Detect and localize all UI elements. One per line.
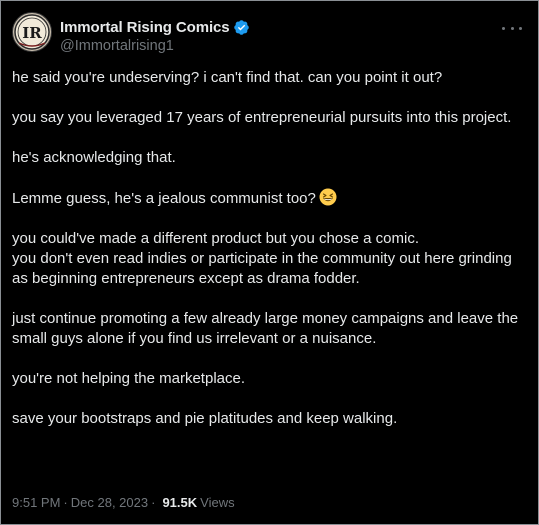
handle[interactable]: @Immortalrising1 [60,38,250,54]
more-horizontal-icon[interactable] [502,23,522,33]
tweet-card[interactable]: IR Immortal Rising Comics @Immortalrisin… [0,0,539,525]
tweet-paragraph: he's acknowledging that. [12,149,176,166]
meta-separator: · [63,495,68,510]
avatar[interactable]: IR [12,12,52,52]
tweet-paragraph: save your bootstraps and pie platitudes … [12,410,398,427]
grinning-squinting-face-icon [319,188,337,206]
author-info: Immortal Rising Comics @Immortalrising1 [60,18,250,54]
name-row: Immortal Rising Comics [60,18,250,36]
avatar-monogram: IR [22,24,42,42]
avatar-logo: IR [14,14,50,50]
tweet-paragraph: you say you leveraged 17 years of entrep… [12,109,512,126]
tweet-paragraph: you're not helping the marketplace. [12,370,246,387]
tweet-paragraph-with-emoji: Lemme guess, he's a jealous communist to… [12,188,524,209]
tweet-meta: 9:51 PM · Dec 28, 2023 · 91.5K Views [12,495,235,510]
tweet-time[interactable]: 9:51 PM [12,495,60,510]
verified-badge-icon[interactable] [233,19,250,36]
display-name[interactable]: Immortal Rising Comics [60,19,230,36]
views-label: Views [200,495,235,510]
tweet-paragraph: Lemme guess, he's a jealous communist to… [12,190,316,207]
tweet-text: he said you're undeserving? i can't find… [12,68,524,449]
meta-separator: · [151,495,156,510]
tweet-paragraph: just continue promoting a few already la… [12,310,519,347]
tweet-paragraph: you could've made a different product bu… [12,230,512,287]
tweet-header: IR Immortal Rising Comics @Immortalrisin… [12,11,528,59]
tweet-paragraph: he said you're undeserving? i can't find… [12,69,443,86]
tweet-date[interactable]: Dec 28, 2023 [71,495,148,510]
views-count[interactable]: 91.5K [162,495,197,510]
